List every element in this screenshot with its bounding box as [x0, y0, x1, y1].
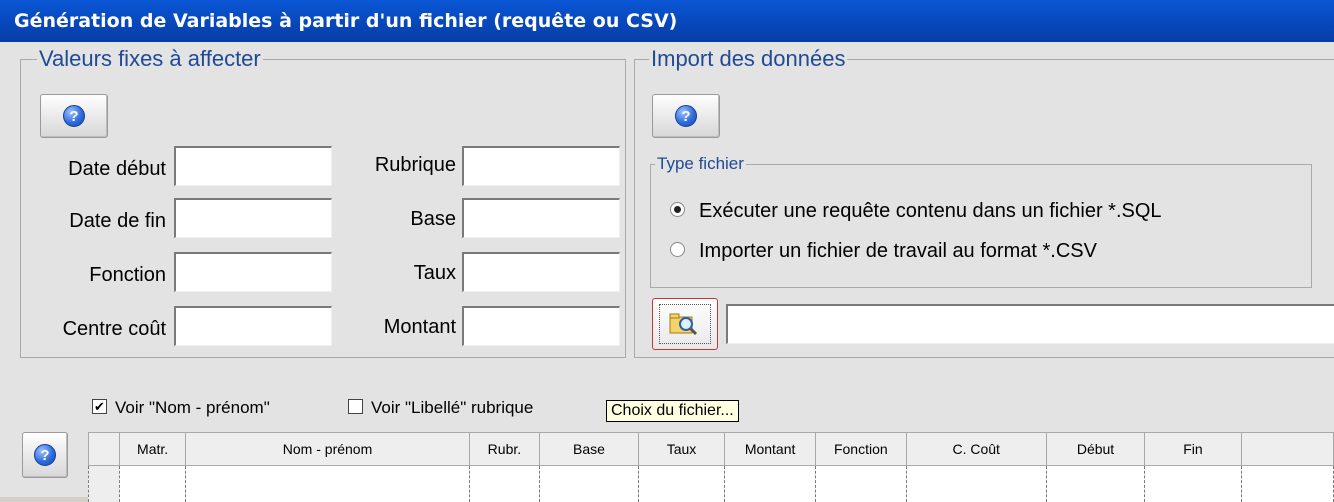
col-filler	[1241, 433, 1333, 466]
fonction-label: Fonction	[50, 264, 166, 287]
date-fin-label: Date de fin	[50, 210, 166, 233]
fixed-values-legend: Valeurs fixes à affecter	[37, 46, 263, 72]
col-base[interactable]: Base	[540, 433, 638, 466]
voir-libelle-checkbox-row[interactable]: Voir "Libellé" rubrique	[348, 398, 533, 418]
variables-grid[interactable]: Matr. Nom - prénom Rubr. Base Taux Monta…	[88, 432, 1334, 502]
col-c-cout[interactable]: C. Coût	[906, 433, 1046, 466]
base-field[interactable]	[462, 198, 620, 238]
col-fin[interactable]: Fin	[1145, 433, 1241, 466]
taux-label: Taux	[350, 262, 456, 285]
voir-libelle-label: Voir "Libellé" rubrique	[371, 398, 533, 417]
import-legend: Import des données	[649, 46, 847, 72]
col-taux[interactable]: Taux	[638, 433, 725, 466]
import-help-button[interactable]: ?	[652, 94, 720, 138]
file-type-legend: Type fichier	[655, 154, 746, 174]
voir-nom-label: Voir "Nom - prénom"	[115, 398, 270, 417]
centre-cout-field[interactable]	[174, 306, 332, 346]
window-body: Valeurs fixes à affecter ? Date début Da…	[0, 42, 1334, 497]
rubrique-field[interactable]	[462, 146, 620, 186]
col-fonction[interactable]: Fonction	[815, 433, 906, 466]
col-debut[interactable]: Début	[1046, 433, 1145, 466]
file-path-input[interactable]	[726, 304, 1334, 344]
folder-search-icon	[669, 311, 699, 342]
browse-file-button[interactable]	[652, 298, 718, 350]
base-label: Base	[350, 208, 456, 231]
fixed-values-help-button[interactable]: ?	[40, 94, 108, 138]
col-montant[interactable]: Montant	[725, 433, 816, 466]
grid-help-button[interactable]: ?	[22, 432, 68, 478]
col-matr[interactable]: Matr.	[119, 433, 186, 466]
date-debut-field[interactable]	[174, 146, 332, 186]
radio-csv[interactable]: Importer un fichier de travail au format…	[670, 240, 1097, 263]
window-title: Génération de Variables à partir d'un fi…	[0, 0, 1334, 42]
rubrique-label: Rubrique	[350, 154, 456, 177]
radio-sql-label: Exécuter une requête contenu dans un fic…	[699, 200, 1162, 222]
fonction-field[interactable]	[174, 252, 332, 292]
tooltip: Choix du fichier...	[606, 400, 739, 422]
voir-nom-checkbox-row[interactable]: ✔ Voir "Nom - prénom"	[92, 398, 270, 418]
taux-field[interactable]	[462, 252, 620, 292]
date-debut-label: Date début	[50, 158, 166, 181]
help-icon: ?	[63, 105, 85, 127]
radio-csv-label: Importer un fichier de travail au format…	[699, 240, 1097, 262]
help-icon: ?	[675, 105, 697, 127]
grid-corner	[89, 433, 120, 466]
montant-field[interactable]	[462, 306, 620, 346]
voir-nom-checkbox[interactable]: ✔	[92, 399, 107, 414]
help-icon: ?	[34, 444, 56, 466]
date-fin-field[interactable]	[174, 198, 332, 238]
radio-sql[interactable]: Exécuter une requête contenu dans un fic…	[670, 200, 1162, 223]
col-nom-prenom[interactable]: Nom - prénom	[186, 433, 469, 466]
radio-csv-button[interactable]	[670, 242, 685, 257]
voir-libelle-checkbox[interactable]	[348, 399, 363, 414]
radio-sql-button[interactable]	[670, 202, 685, 217]
montant-label: Montant	[350, 316, 456, 339]
col-rubr[interactable]: Rubr.	[469, 433, 540, 466]
centre-cout-label: Centre coût	[38, 318, 166, 341]
